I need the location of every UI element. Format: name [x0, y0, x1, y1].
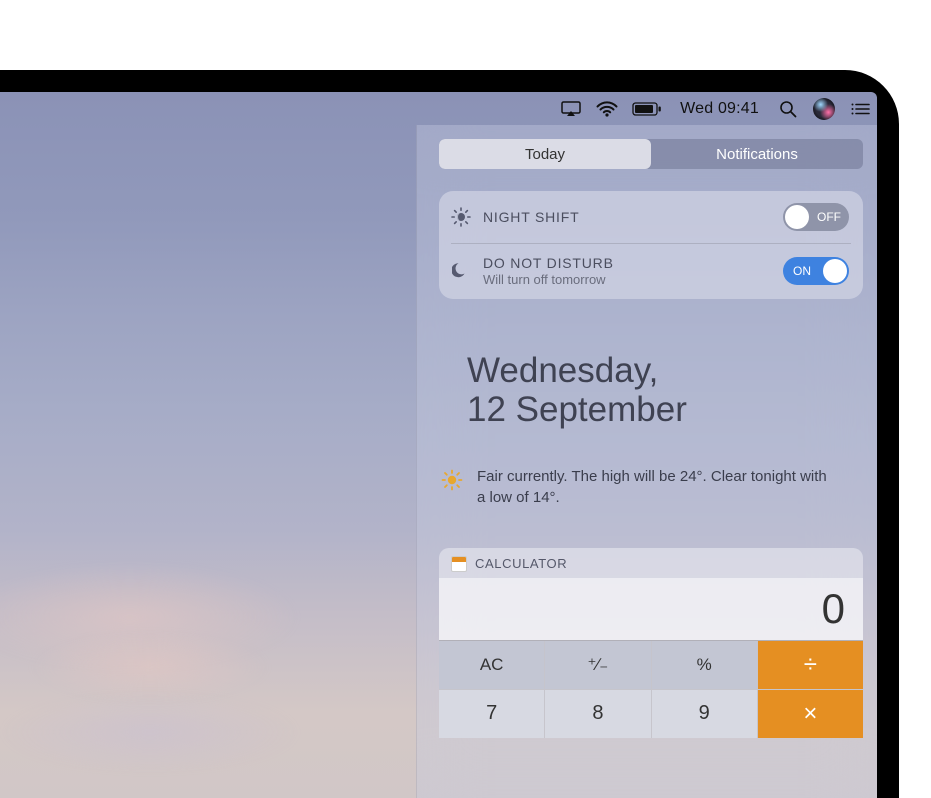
moon-icon	[451, 261, 471, 281]
night-shift-title: NIGHT SHIFT	[483, 209, 771, 225]
calculator-title: CALCULATOR	[475, 556, 567, 571]
dnd-text: DO NOT DISTURB Will turn off tomorrow	[483, 255, 771, 287]
night-shift-text: NIGHT SHIFT	[483, 209, 771, 225]
search-icon[interactable]	[777, 98, 799, 120]
tab-today[interactable]: Today	[439, 139, 651, 169]
quick-toggles-card: NIGHT SHIFT OFF	[439, 191, 863, 299]
screen: Wed 09:41	[0, 92, 877, 798]
toggle-state-label: ON	[793, 264, 811, 278]
menu-bar: Wed 09:41	[0, 92, 877, 125]
calc-key-8[interactable]: 8	[545, 690, 650, 738]
do-not-disturb-row: DO NOT DISTURB Will turn off tomorrow ON	[439, 243, 863, 299]
toggle-knob	[823, 259, 847, 283]
calculator-header: CALCULATOR	[439, 548, 863, 578]
wifi-icon[interactable]	[596, 98, 618, 120]
calc-key-%[interactable]: %	[652, 641, 757, 689]
calc-key-÷[interactable]: ÷	[758, 641, 863, 689]
toggle-state-label: OFF	[817, 210, 841, 224]
date-line-1: Wednesday,	[467, 351, 863, 390]
calc-key-7[interactable]: 7	[439, 690, 544, 738]
notification-center-panel: Today Notifications	[416, 125, 877, 798]
siri-icon[interactable]	[813, 98, 835, 120]
dnd-toggle[interactable]: ON	[783, 257, 849, 285]
airplay-icon[interactable]	[560, 98, 582, 120]
sun-icon	[441, 469, 463, 491]
dnd-subtitle: Will turn off tomorrow	[483, 272, 771, 287]
desktop-cloud	[0, 692, 300, 772]
weather-widget[interactable]: Fair currently. The high will be 24°. Cl…	[439, 467, 863, 508]
notification-center-icon[interactable]	[849, 98, 871, 120]
night-shift-icon	[451, 207, 471, 227]
calculator-app-icon	[451, 556, 467, 572]
calc-key-ac[interactable]: AC	[439, 641, 544, 689]
night-shift-toggle[interactable]: OFF	[783, 203, 849, 231]
battery-icon[interactable]	[632, 98, 662, 120]
nc-content: Today Notifications	[439, 125, 863, 798]
date-line-2: 12 September	[467, 390, 863, 429]
toggle-knob	[785, 205, 809, 229]
calc-key-⁺∕₋[interactable]: ⁺∕₋	[545, 641, 650, 689]
calc-key-×[interactable]: ×	[758, 690, 863, 738]
night-shift-row: NIGHT SHIFT OFF	[439, 191, 863, 243]
menu-bar-clock[interactable]: Wed 09:41	[676, 100, 763, 118]
segmented-control: Today Notifications	[439, 139, 863, 169]
image-frame: Wed 09:41	[0, 0, 931, 798]
calculator-widget: CALCULATOR 0 AC⁺∕₋%÷ 789×	[439, 548, 863, 738]
tab-notifications[interactable]: Notifications	[651, 139, 863, 169]
calc-key-9[interactable]: 9	[652, 690, 757, 738]
calculator-keypad: AC⁺∕₋%÷ 789×	[439, 640, 863, 738]
date-widget: Wednesday, 12 September	[439, 351, 863, 429]
dnd-title: DO NOT DISTURB	[483, 255, 771, 271]
calculator-display: 0	[439, 578, 863, 640]
weather-summary: Fair currently. The high will be 24°. Cl…	[477, 467, 837, 508]
